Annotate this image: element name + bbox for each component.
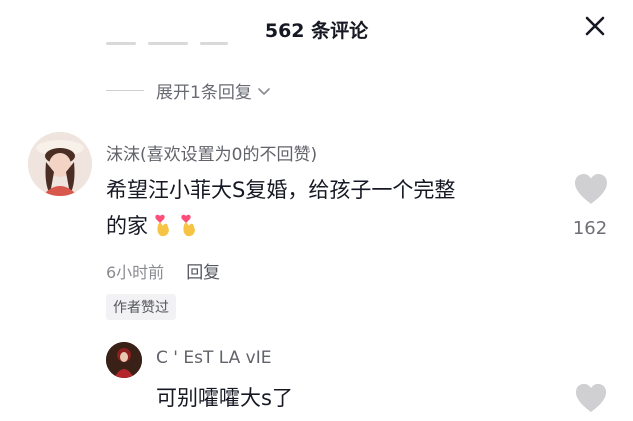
- finger-heart-emoji-icon: [181, 214, 195, 237]
- comment-text-line: 的家: [106, 214, 148, 238]
- expand-replies-button[interactable]: 展开1条回复: [106, 78, 272, 103]
- comment-timestamp: 6小时前: [106, 262, 165, 282]
- like-button[interactable]: [573, 172, 609, 206]
- close-icon: [585, 16, 605, 36]
- chevron-down-icon: [258, 87, 270, 95]
- like-button[interactable]: [574, 382, 608, 414]
- comment-meta: 6小时前 回复: [106, 258, 220, 284]
- comment-text: 希望汪小菲大S复婚，给孩子一个完整 的家: [106, 172, 566, 244]
- user-avatar-image: [28, 132, 92, 196]
- heart-icon: [575, 383, 607, 413]
- divider: [106, 90, 144, 91]
- author-liked-badge: 作者赞过: [106, 294, 176, 320]
- avatar[interactable]: [28, 132, 92, 196]
- expand-replies-label: 展开1条回复: [156, 83, 252, 103]
- comments-header-title: 562 条评论: [264, 20, 369, 42]
- cut-off-text: [106, 42, 246, 48]
- reply-text: 可别嚯嚯大s了: [156, 386, 293, 410]
- comment-username[interactable]: 沫沫(喜欢设置为0的不回赞): [106, 140, 317, 165]
- reply-username[interactable]: C ' EsT LA vIE: [156, 348, 271, 368]
- comment-text-line-2: 的家: [106, 208, 566, 244]
- like-count: 162: [572, 218, 608, 239]
- close-button[interactable]: [579, 10, 611, 42]
- comment-text-line: 希望汪小菲大S复婚，给孩子一个完整: [106, 178, 456, 202]
- avatar[interactable]: [106, 342, 142, 378]
- user-avatar-image: [106, 342, 142, 378]
- finger-heart-emoji-icon: [155, 214, 169, 237]
- heart-icon: [575, 174, 607, 204]
- reply-button[interactable]: 回复: [186, 258, 220, 283]
